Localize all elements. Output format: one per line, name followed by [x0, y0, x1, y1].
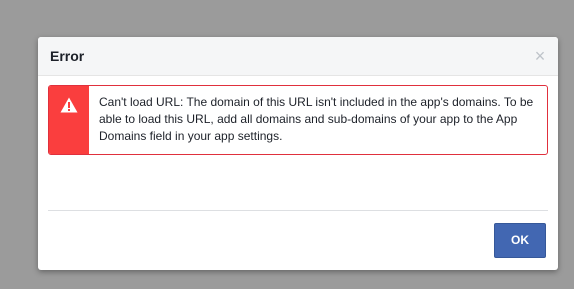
- error-icon-panel: [49, 86, 89, 154]
- ok-button[interactable]: OK: [494, 223, 546, 258]
- dialog-header: Error ×: [38, 37, 558, 76]
- dialog-title: Error: [50, 48, 85, 64]
- error-dialog: Error × Can't load URL: The domain of th…: [38, 37, 558, 270]
- footer-divider: [48, 210, 548, 211]
- error-message-box: Can't load URL: The domain of this URL i…: [48, 85, 548, 155]
- warning-icon: [60, 97, 78, 113]
- close-icon[interactable]: ×: [530, 46, 550, 66]
- error-message-text: Can't load URL: The domain of this URL i…: [99, 95, 534, 143]
